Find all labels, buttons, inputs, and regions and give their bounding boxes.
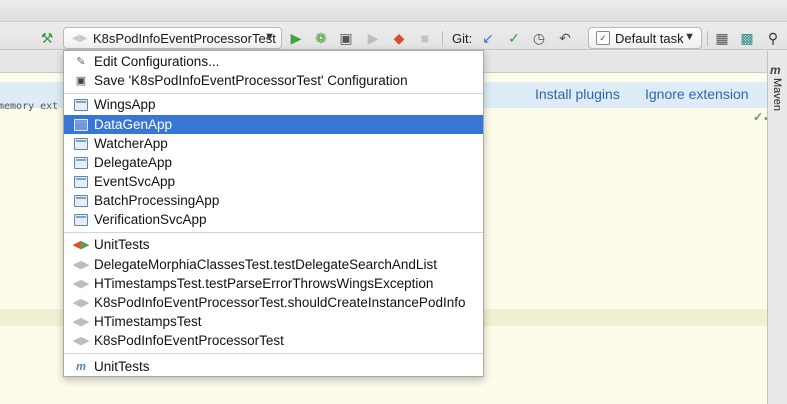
popup-item-app[interactable]: VerificationSvcApp — [64, 210, 483, 229]
application-icon — [74, 137, 88, 150]
popup-item-label: WatcherApp — [94, 136, 168, 151]
popup-item-app[interactable]: EventSvcApp — [64, 172, 483, 191]
run-config-icon: ◀▶ — [72, 32, 88, 44]
edit-configurations-icon: ✎ — [76, 56, 86, 68]
popup-separator — [64, 93, 483, 94]
popup-separator — [64, 232, 483, 233]
revert-icon[interactable]: ↶ — [556, 29, 574, 47]
terminal-icon[interactable]: ▩ — [738, 29, 756, 47]
popup-item-maven[interactable]: m UnitTests — [64, 357, 483, 376]
popup-item-app[interactable]: BatchProcessingApp — [64, 191, 483, 210]
toolbar-separator — [707, 31, 708, 46]
chevron-down-icon: ▼ — [264, 31, 275, 43]
unit-tests-icon: ◀ ▶ — [72, 239, 90, 251]
run-configurations-popup: ✎ Edit Configurations... ▣ Save 'K8sPodI… — [63, 50, 484, 377]
popup-item-test[interactable]: ◀▶ K8sPodInfoEventProcessorTest.shouldCr… — [64, 293, 483, 312]
popup-item-label: Edit Configurations... — [94, 54, 220, 69]
save-icon: ▣ — [75, 75, 87, 87]
popup-item-label: HTimestampsTest — [94, 314, 202, 329]
profile-icon: ▶ — [367, 30, 379, 46]
application-icon — [74, 118, 88, 131]
test-config-icon: ◀▶ — [72, 278, 90, 290]
ignore-extension-link[interactable]: Ignore extension — [645, 86, 749, 102]
code-text: memory ext — [0, 101, 59, 112]
run-with-coverage-icon[interactable]: ▣ — [337, 29, 355, 47]
popup-item-label: BatchProcessingApp — [94, 193, 220, 208]
popup-separator — [64, 353, 483, 354]
toolbar-separator — [442, 31, 443, 46]
popup-item-test[interactable]: ◀▶ HTimestampsTest.testParseErrorThrowsW… — [64, 274, 483, 293]
task-label: Default task — [615, 30, 684, 46]
install-plugins-link[interactable]: Install plugins — [535, 86, 620, 102]
application-icon — [74, 98, 88, 111]
popup-item-app[interactable]: WatcherApp — [64, 134, 483, 153]
popup-item-app-selected[interactable]: DataGenApp — [64, 115, 483, 134]
build-hammer-icon[interactable]: ⚒ — [38, 29, 56, 47]
popup-item-label: HTimestampsTest.testParseErrorThrowsWing… — [94, 276, 434, 291]
stop-icon: ■ — [420, 30, 430, 46]
history-icon[interactable]: ◷ — [530, 29, 548, 47]
project-structure-icon[interactable]: ▦ — [713, 29, 731, 47]
popup-item-label: Save 'K8sPodInfoEventProcessorTest' Conf… — [94, 73, 408, 88]
application-icon — [74, 156, 88, 169]
task-icon: ✓ — [596, 31, 610, 45]
popup-item-test[interactable]: ◀▶ DelegateMorphiaClassesTest.testDelega… — [64, 255, 483, 274]
run-icon[interactable]: ▶ — [287, 29, 305, 47]
popup-item-label: K8sPodInfoEventProcessorTest — [94, 333, 284, 348]
popup-item-label: VerificationSvcApp — [94, 212, 207, 227]
toolbar-top-strip — [0, 0, 787, 22]
popup-item-save-configuration[interactable]: ▣ Save 'K8sPodInfoEventProcessorTest' Co… — [64, 71, 483, 90]
popup-item-label: UnitTests — [94, 359, 150, 374]
maven-icon: m — [76, 360, 86, 373]
task-selector[interactable]: ✓ Default task ▼ — [588, 27, 702, 49]
test-config-icon: ◀▶ — [72, 335, 90, 347]
popup-item-label: DelegateApp — [94, 155, 173, 170]
test-config-icon: ◀▶ — [72, 316, 90, 328]
test-config-icon: ◀▶ — [72, 259, 90, 271]
popup-item-label: UnitTests — [94, 237, 150, 252]
test-config-icon: ◀▶ — [72, 297, 90, 309]
popup-item-label: DataGenApp — [94, 117, 173, 132]
run-configuration-label: K8sPodInfoEventProcessorTest — [93, 30, 276, 46]
popup-item-test[interactable]: ◀ ▶ UnitTests — [64, 235, 483, 254]
chevron-down-icon: ▼ — [684, 31, 695, 43]
popup-item-test[interactable]: ◀▶ HTimestampsTest — [64, 312, 483, 331]
search-icon[interactable]: ⚲ — [764, 29, 782, 47]
run-configuration-selector[interactable]: ◀▶ K8sPodInfoEventProcessorTest ▼ — [63, 27, 282, 49]
maven-tool-tab[interactable]: Maven — [771, 78, 783, 111]
popup-item-test[interactable]: ◀▶ K8sPodInfoEventProcessorTest — [64, 331, 483, 350]
popup-item-app[interactable]: DelegateApp — [64, 153, 483, 172]
update-project-icon[interactable]: ↙ — [479, 29, 497, 47]
application-icon — [74, 194, 88, 207]
popup-item-edit-configurations[interactable]: ✎ Edit Configurations... — [64, 52, 483, 71]
popup-item-label: WingsApp — [94, 97, 156, 112]
commit-icon[interactable]: ✓ — [505, 29, 523, 47]
popup-item-label: K8sPodInfoEventProcessorTest.shouldCreat… — [94, 295, 466, 310]
debug-icon[interactable]: ❁ — [312, 29, 330, 47]
popup-item-label: DelegateMorphiaClassesTest.testDelegateS… — [94, 257, 437, 272]
maven-icon: m — [770, 63, 781, 77]
popup-item-app[interactable]: WingsApp — [64, 95, 483, 114]
application-icon — [74, 213, 88, 226]
application-icon — [74, 175, 88, 188]
git-label: Git: — [452, 31, 473, 46]
git-build-icon[interactable]: ◆ — [390, 29, 408, 47]
popup-item-label: EventSvcApp — [94, 174, 176, 189]
